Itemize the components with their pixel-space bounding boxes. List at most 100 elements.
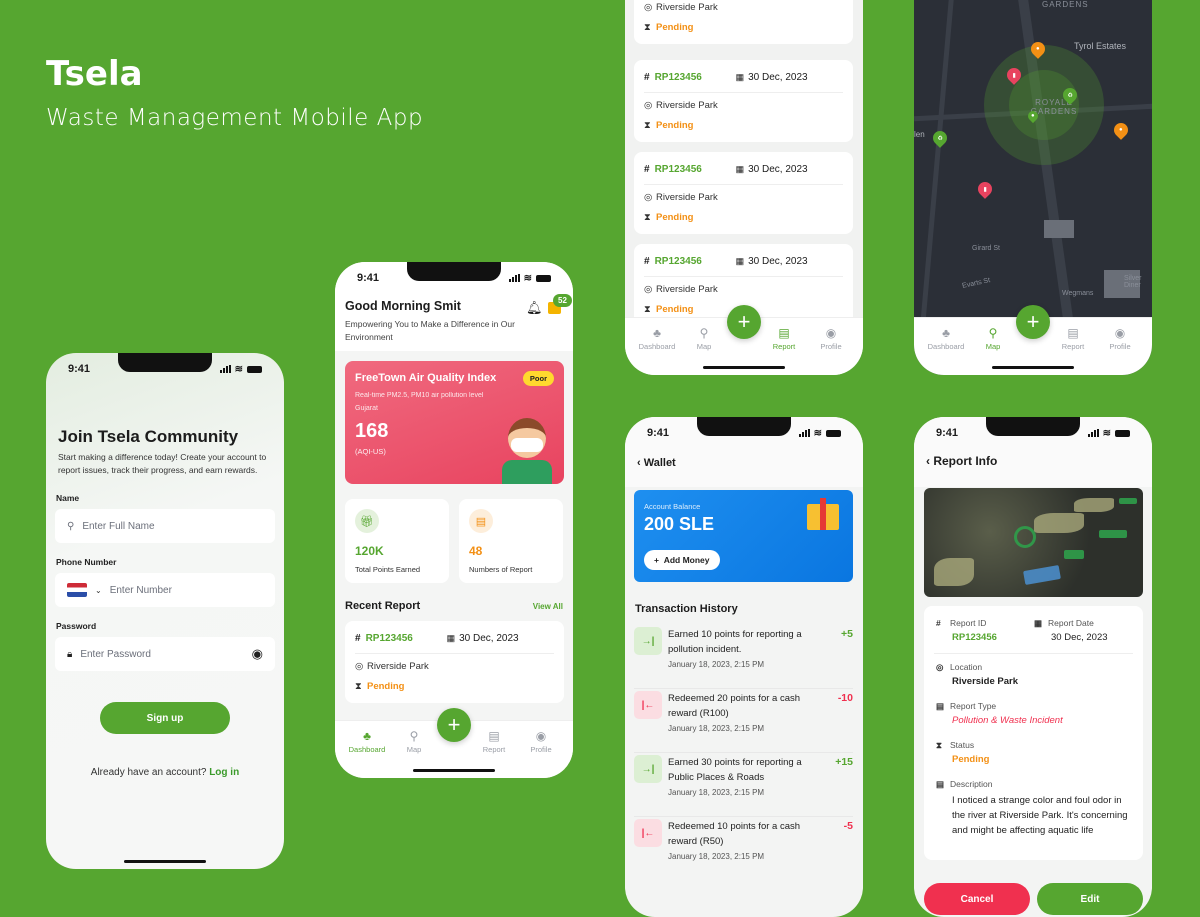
- calendar-icon: ▦: [1034, 618, 1043, 628]
- tab-dashboard[interactable]: ♣ Dashboard: [345, 729, 389, 754]
- back-button[interactable]: ‹ Wallet: [637, 457, 676, 469]
- signal-icon: [219, 365, 231, 373]
- report-photo[interactable]: [924, 488, 1143, 597]
- report-card[interactable]: # RP123456 ▦ 30 Dec, 2023 ◎ Riverside Park ⧗…: [345, 621, 564, 703]
- report-id-value: RP123456: [952, 632, 997, 643]
- battery-icon: [826, 429, 841, 437]
- location-pin-icon: ◎: [644, 2, 653, 13]
- report-info-card: # Report ID RP123456 ▦ Report Date 30 Dec,…: [924, 606, 1143, 860]
- signup-screen: 9:41 ≋ Join Tsela Community Start making…: [46, 353, 284, 869]
- map-screen: GARDENS Tyrol Estates ROYALE GARDENS Sil…: [914, 0, 1152, 375]
- report-card[interactable]: # RP123456 ▦ 30 Dec, 2023 ◎ Riverside Park ⧗…: [634, 152, 853, 234]
- tab-label: Report: [1061, 342, 1085, 351]
- report-icon: ▤: [936, 701, 945, 711]
- report-status: Pending: [367, 681, 405, 692]
- calendar-icon: ▦: [735, 255, 745, 266]
- balance-label: Account Balance: [644, 502, 701, 511]
- tab-dashboard[interactable]: ♣ Dashboard: [924, 326, 968, 351]
- divider: [934, 653, 1133, 654]
- bell-icon[interactable]: 🔔︎: [526, 300, 543, 316]
- cancel-button[interactable]: Cancel: [924, 883, 1030, 915]
- report-card[interactable]: ◎ Riverside Park ⧗ Pending: [634, 0, 853, 44]
- aqi-title: FreeTown Air Quality Index: [355, 372, 497, 384]
- map-label: len: [914, 130, 925, 139]
- phone-label: Phone Number: [56, 557, 117, 567]
- report-id: RP123456: [654, 255, 702, 267]
- add-report-button[interactable]: +: [727, 305, 761, 339]
- password-field[interactable]: 🔒︎ Enter Password ◉: [55, 637, 275, 671]
- wifi-icon: ≋: [523, 272, 532, 284]
- gift-icon: 🎁︎: [355, 509, 379, 533]
- tab-map[interactable]: ⚲ Map: [971, 326, 1015, 351]
- tab-label: Map: [406, 745, 422, 754]
- status-time: 9:41: [647, 427, 670, 439]
- name-field[interactable]: ⚲ Enter Full Name: [55, 509, 275, 543]
- map-label: GARDENS: [1042, 0, 1089, 9]
- phone-placeholder: Enter Number: [109, 584, 172, 596]
- tab-report[interactable]: ▤ Report: [472, 729, 516, 754]
- marker-recycle[interactable]: ♻: [930, 128, 950, 148]
- report-icon: ▤: [778, 326, 790, 340]
- login-link[interactable]: Log in: [209, 767, 239, 778]
- name-label: Name: [56, 493, 80, 503]
- tab-report[interactable]: ▤ Report: [1051, 326, 1095, 351]
- report-status: Pending: [656, 304, 694, 315]
- report-status: Pending: [656, 22, 694, 33]
- marker-orange[interactable]: ●: [1111, 120, 1131, 140]
- battery-icon: [247, 365, 262, 373]
- tab-map[interactable]: ⚲ Map: [682, 326, 726, 351]
- eye-icon[interactable]: ◉: [252, 646, 263, 662]
- document-icon: ▤: [469, 509, 493, 533]
- marker-trash[interactable]: ▮: [975, 179, 995, 199]
- tab-map[interactable]: ⚲ Map: [392, 729, 436, 754]
- tab-dashboard[interactable]: ♣ Dashboard: [635, 326, 679, 351]
- plus-icon: +: [654, 555, 664, 565]
- profile-icon: ◉: [825, 326, 837, 340]
- transaction-text: Earned 30 points for reporting a Public …: [668, 757, 802, 783]
- report-card[interactable]: # RP123456 ▦ 30 Dec, 2023 ◎ Riverside Park ⧗…: [634, 60, 853, 142]
- back-button[interactable]: ‹ Report Info: [926, 454, 997, 468]
- tab-profile[interactable]: ◉ Profile: [1098, 326, 1142, 351]
- report-date-label: ▦ Report Date: [1034, 618, 1094, 628]
- transaction-item[interactable]: →| Earned 30 points for reporting a Publ…: [634, 755, 853, 817]
- calendar-icon: ▦: [446, 632, 456, 643]
- wifi-icon: ≋: [1102, 427, 1111, 439]
- transaction-item[interactable]: |← Redeemed 10 points for a cash reward …: [634, 819, 853, 881]
- transaction-date: January 18, 2023, 2:15 PM: [668, 852, 765, 861]
- phone-field[interactable]: ⌄ Enter Number: [55, 573, 275, 607]
- credit-arrow-icon: →|: [634, 627, 662, 655]
- description-icon: ▤: [936, 779, 945, 789]
- edit-button[interactable]: Edit: [1037, 883, 1143, 915]
- report-list-screen: ◎ Riverside Park ⧗ Pending # RP123456 ▦ 30 De…: [625, 0, 863, 375]
- tab-report[interactable]: ▤ Report: [762, 326, 806, 351]
- hourglass-icon: ⧗: [644, 212, 651, 223]
- transaction-date: January 18, 2023, 2:15 PM: [668, 788, 765, 797]
- map-pin-icon: ⚲: [988, 326, 998, 340]
- transaction-item[interactable]: →| Earned 10 points for reporting a poll…: [634, 627, 853, 689]
- debit-arrow-icon: |←: [634, 691, 662, 719]
- chevron-down-icon[interactable]: ⌄: [95, 586, 102, 595]
- signup-button[interactable]: Sign up: [100, 702, 230, 734]
- map-view[interactable]: GARDENS Tyrol Estates ROYALE GARDENS Sil…: [914, 0, 1152, 318]
- notch: [118, 353, 212, 372]
- view-all-link[interactable]: View All: [533, 602, 563, 611]
- reports-stat-card[interactable]: ▤ 48 Numbers of Report: [459, 499, 563, 583]
- aqi-card[interactable]: FreeTown Air Quality Index Poor Real-tim…: [345, 361, 564, 484]
- add-money-label: Add Money: [663, 555, 710, 565]
- calendar-icon: ▦: [735, 71, 745, 82]
- balance-card: Account Balance 200 SLE + Add Money: [634, 490, 853, 582]
- tab-profile[interactable]: ◉ Profile: [809, 326, 853, 351]
- report-id-label: # Report ID: [936, 618, 987, 628]
- transaction-item[interactable]: |← Redeemed 20 points for a cash reward …: [634, 691, 853, 753]
- add-report-button[interactable]: +: [437, 708, 471, 742]
- tab-profile[interactable]: ◉ Profile: [519, 729, 563, 754]
- brand-subtitle: Waste Management Mobile App: [46, 105, 424, 131]
- tab-label: Map: [696, 342, 712, 351]
- status-label: ⧗ Status: [936, 740, 975, 750]
- recent-report-title: Recent Report: [345, 600, 421, 612]
- add-report-button[interactable]: +: [1016, 305, 1050, 339]
- add-money-button[interactable]: + Add Money: [644, 550, 720, 570]
- divider: [644, 276, 843, 277]
- country-flag-icon[interactable]: [67, 583, 87, 597]
- points-stat-card[interactable]: 🎁︎ 120K Total Points Earned: [345, 499, 449, 583]
